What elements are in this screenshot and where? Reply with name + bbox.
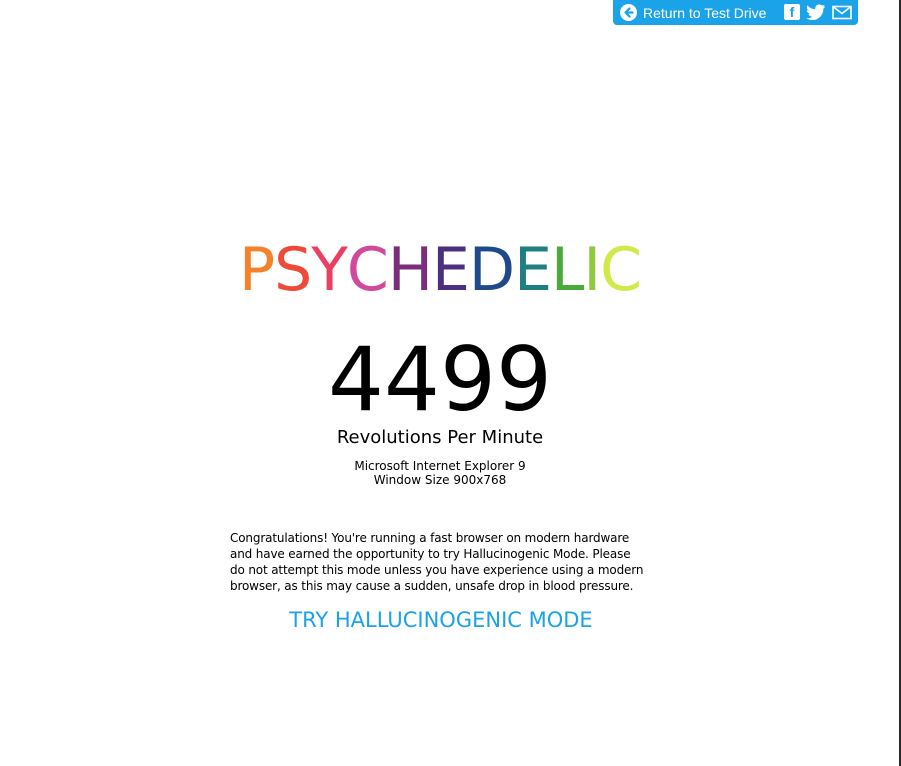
title-letter: C [346, 235, 389, 305]
title-letter: D [468, 235, 515, 305]
return-to-test-drive-link[interactable]: Return to Test Drive [620, 4, 766, 21]
title-letter: L [550, 235, 584, 305]
back-arrow-icon [620, 4, 637, 21]
twitter-icon[interactable] [806, 4, 826, 20]
browser-info: Microsoft Internet Explorer 9 Window Siz… [0, 459, 880, 487]
facebook-icon[interactable]: f [784, 4, 800, 20]
message-line: and have earned the opportunity to try H… [230, 547, 631, 561]
rpm-counter: 4499 [328, 328, 552, 431]
title-letter: H [387, 235, 433, 305]
title-letter: S [274, 235, 312, 305]
title-letter: E [514, 235, 552, 305]
title-letter: C [600, 235, 642, 305]
window-size: Window Size 900x768 [373, 473, 507, 487]
browser-name: Microsoft Internet Explorer 9 [354, 459, 526, 473]
message-line: browser, as this may cause a sudden, uns… [230, 579, 634, 593]
email-icon[interactable] [832, 4, 852, 20]
congratulations-message: Congratulations! You're running a fast b… [230, 530, 670, 594]
rpm-label: Revolutions Per Minute [336, 427, 544, 448]
message-line: Congratulations! You're running a fast b… [230, 531, 630, 545]
try-hallucinogenic-mode-link[interactable]: TRY HALLUCINOGENIC MODE [0, 606, 882, 634]
title-letter: I [583, 235, 601, 305]
title-letter: E [431, 235, 470, 305]
title-letter: Y [311, 235, 348, 305]
test-drive-toolbar: Return to Test Drive f [613, 0, 858, 25]
message-line: do not attempt this mode unless you have… [230, 563, 644, 577]
title-letter: P [238, 235, 275, 305]
return-label: Return to Test Drive [643, 4, 767, 21]
share-icons: f [778, 4, 852, 20]
psychedelic-title: PSYCHEDELIC [0, 232, 880, 308]
